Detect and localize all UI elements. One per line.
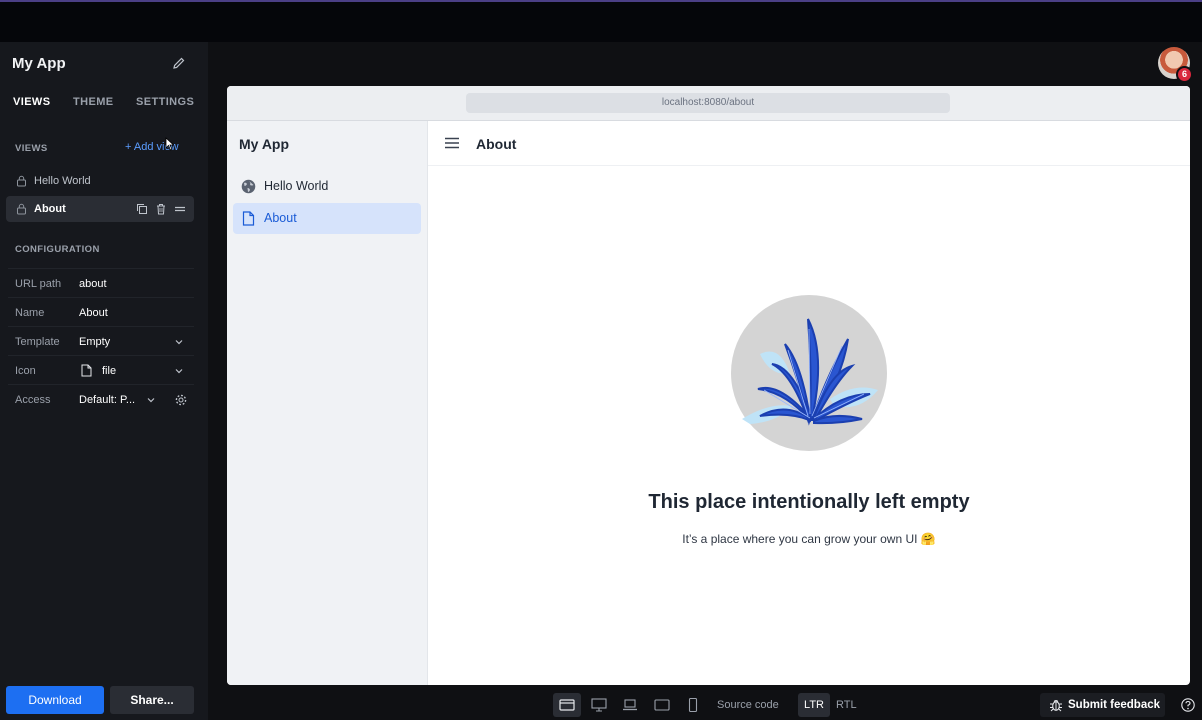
- submit-feedback-label: Submit feedback: [1068, 699, 1161, 711]
- submit-feedback-button[interactable]: Submit feedback: [1040, 693, 1165, 717]
- file-icon: [81, 364, 92, 377]
- bug-icon: [1050, 700, 1062, 712]
- template-label: Template: [15, 336, 60, 348]
- browser-window-icon: [559, 699, 575, 711]
- tab-theme[interactable]: THEME: [73, 96, 114, 108]
- url-path-label: URL path: [15, 278, 62, 290]
- nav-item-label: Hello World: [264, 179, 329, 193]
- globe-icon: [241, 179, 256, 194]
- empty-state-title: This place intentionally left empty: [648, 491, 970, 513]
- url-path-input[interactable]: about: [78, 273, 186, 294]
- menu-icon[interactable]: [445, 137, 459, 149]
- tablet-icon: [654, 699, 670, 711]
- share-button[interactable]: Share...: [110, 686, 194, 714]
- config-row-url-path: URL path about: [8, 268, 194, 297]
- name-input[interactable]: About: [78, 302, 186, 323]
- mobile-preview-button[interactable]: [679, 693, 707, 717]
- chevron-down-icon: [175, 369, 183, 374]
- gear-icon[interactable]: [174, 393, 188, 407]
- view-item-actions: [129, 203, 186, 215]
- browser-frame-button[interactable]: [553, 693, 581, 717]
- tablet-preview-button[interactable]: [648, 693, 676, 717]
- phone-icon: [688, 698, 698, 712]
- configuration-form: URL path about Name About Template Empty…: [8, 268, 194, 413]
- page-title: About: [476, 136, 517, 152]
- preview-browser-frame: localhost:8080/about My App Hello World …: [227, 86, 1190, 685]
- view-item-label: Hello World: [34, 175, 91, 187]
- icon-label: Icon: [15, 365, 36, 377]
- desktop-preview-button[interactable]: [585, 693, 613, 717]
- config-row-template: Template Empty: [8, 326, 194, 355]
- chevron-down-icon: [175, 340, 183, 345]
- bottom-toolbar: Source code LTR RTL Submit feedback: [208, 690, 1202, 720]
- ltr-toggle[interactable]: LTR: [798, 693, 830, 717]
- source-code-link[interactable]: Source code: [717, 699, 779, 711]
- browser-toolbar: localhost:8080/about: [227, 86, 1190, 121]
- laptop-preview-button[interactable]: [616, 693, 644, 717]
- rtl-toggle[interactable]: RTL: [836, 699, 857, 711]
- app-title: My App: [12, 55, 66, 72]
- name-label: Name: [15, 307, 45, 319]
- laptop-icon: [623, 699, 637, 711]
- duplicate-icon[interactable]: [136, 203, 148, 215]
- access-select[interactable]: Default: P...: [78, 389, 144, 410]
- empty-state-subtitle: It’s a place where you can grow your own…: [682, 532, 936, 546]
- access-label: Access: [15, 394, 51, 406]
- editor-sidebar: My App VIEWS THEME SETTINGS VIEWS + Add …: [0, 42, 208, 720]
- top-bar: [0, 0, 1202, 42]
- drag-handle-icon[interactable]: [174, 203, 186, 215]
- plant-illustration: [731, 295, 887, 451]
- delete-icon[interactable]: [155, 203, 167, 215]
- view-item-about[interactable]: About: [6, 196, 194, 222]
- config-row-icon: Icon file: [8, 355, 194, 384]
- drawer-title: My App: [239, 136, 290, 152]
- mouse-cursor-icon: [165, 137, 175, 151]
- lock-icon: [17, 175, 26, 187]
- app-header: About: [428, 121, 1190, 166]
- nav-item-hello-world[interactable]: Hello World: [233, 171, 421, 202]
- tab-views[interactable]: VIEWS: [13, 96, 50, 108]
- app-drawer: My App Hello World About: [227, 121, 428, 685]
- view-item-label: About: [34, 203, 66, 215]
- template-select[interactable]: Empty: [78, 331, 186, 352]
- nav-item-label: About: [264, 211, 297, 225]
- tab-settings[interactable]: SETTINGS: [136, 96, 194, 108]
- view-item-hello-world[interactable]: Hello World: [6, 168, 194, 194]
- lock-icon: [17, 203, 26, 215]
- help-icon[interactable]: [1181, 698, 1195, 712]
- sidebar-tabs: VIEWS THEME SETTINGS: [0, 96, 208, 112]
- views-section-label: VIEWS: [15, 143, 48, 154]
- config-row-name: Name About: [8, 297, 194, 326]
- monitor-icon: [591, 698, 607, 712]
- nav-item-about[interactable]: About: [233, 203, 421, 234]
- file-icon: [242, 211, 255, 226]
- url-bar: localhost:8080/about: [466, 93, 950, 113]
- chevron-down-icon: [147, 398, 155, 403]
- download-button[interactable]: Download: [6, 686, 104, 714]
- config-row-access: Access Default: P...: [8, 384, 194, 413]
- notification-badge: 6: [1176, 66, 1193, 83]
- edit-pencil-icon[interactable]: [172, 56, 186, 70]
- icon-select[interactable]: file: [101, 360, 171, 381]
- configuration-section-label: CONFIGURATION: [15, 244, 100, 255]
